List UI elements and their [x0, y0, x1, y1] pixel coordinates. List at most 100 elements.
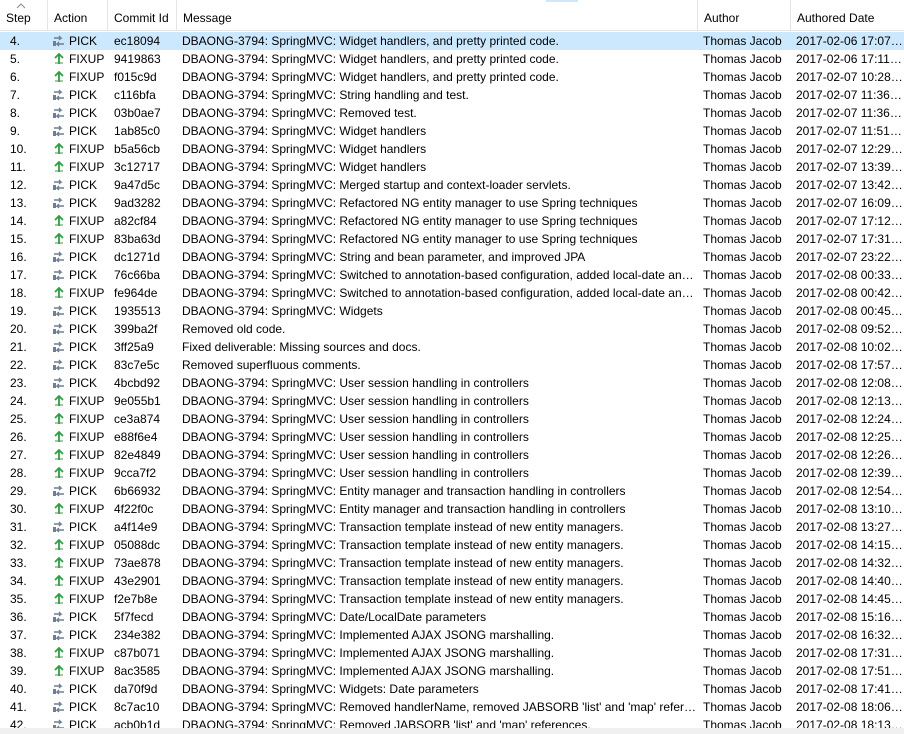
- table-row[interactable]: 15. FIXUP 83ba63d DBAONG-3794: SpringMVC…: [0, 230, 904, 248]
- action-cell[interactable]: FIXUP: [52, 590, 108, 608]
- authored-date-cell: 2017-02-08 12:13:18: [796, 394, 904, 408]
- action-cell[interactable]: PICK: [52, 320, 108, 338]
- table-row[interactable]: 26. FIXUP e88f6e4 DBAONG-3794: SpringMVC…: [0, 428, 904, 446]
- step-cell: 17.: [10, 268, 27, 282]
- action-cell[interactable]: FIXUP: [52, 50, 108, 68]
- column-header-author[interactable]: Author: [698, 0, 791, 31]
- table-row[interactable]: 40. PICK da70f9d DBAONG-3794: SpringMVC:…: [0, 680, 904, 698]
- fixup-icon: [54, 467, 64, 478]
- action-cell[interactable]: PICK: [52, 356, 108, 374]
- table-row[interactable]: 22. PICK 83c7e5c Removed superfluous com…: [0, 356, 904, 374]
- column-header-message[interactable]: Message: [177, 0, 698, 31]
- action-cell[interactable]: FIXUP: [52, 392, 108, 410]
- table-row[interactable]: 10. FIXUP b5a56cb DBAONG-3794: SpringMVC…: [0, 140, 904, 158]
- action-cell[interactable]: FIXUP: [52, 410, 108, 428]
- action-cell[interactable]: FIXUP: [52, 572, 108, 590]
- table-row[interactable]: 33. FIXUP 73ae878 DBAONG-3794: SpringMVC…: [0, 554, 904, 572]
- action-cell[interactable]: PICK: [52, 266, 108, 284]
- action-cell[interactable]: FIXUP: [52, 158, 108, 176]
- step-cell: 15.: [10, 232, 27, 246]
- action-cell[interactable]: PICK: [52, 518, 108, 536]
- table-row[interactable]: 35. FIXUP f2e7b8e DBAONG-3794: SpringMVC…: [0, 590, 904, 608]
- table-row[interactable]: 16. PICK dc1271d DBAONG-3794: SpringMVC:…: [0, 248, 904, 266]
- column-header-authored-date[interactable]: Authored Date: [791, 0, 904, 31]
- action-cell[interactable]: PICK: [52, 32, 108, 50]
- action-cell[interactable]: FIXUP: [52, 212, 108, 230]
- table-row[interactable]: 41. PICK 8c7ac10 DBAONG-3794: SpringMVC:…: [0, 698, 904, 716]
- table-row[interactable]: 7. PICK c116bfa DBAONG-3794: SpringMVC: …: [0, 86, 904, 104]
- action-cell[interactable]: PICK: [52, 194, 108, 212]
- action-cell[interactable]: PICK: [52, 698, 108, 716]
- message-cell: DBAONG-3794: SpringMVC: Entity manager a…: [182, 484, 626, 498]
- table-row[interactable]: 32. FIXUP 05088dc DBAONG-3794: SpringMVC…: [0, 536, 904, 554]
- table-row[interactable]: 37. PICK 234e382 DBAONG-3794: SpringMVC:…: [0, 626, 904, 644]
- action-cell[interactable]: PICK: [52, 482, 108, 500]
- action-cell[interactable]: PICK: [52, 122, 108, 140]
- table-row[interactable]: 31. PICK a4f14e9 DBAONG-3794: SpringMVC:…: [0, 518, 904, 536]
- table-row[interactable]: 18. FIXUP fe964de DBAONG-3794: SpringMVC…: [0, 284, 904, 302]
- table-row[interactable]: 4. PICK ec18094 DBAONG-3794: SpringMVC: …: [0, 32, 904, 50]
- table-row[interactable]: 17. PICK 76c66ba DBAONG-3794: SpringMVC:…: [0, 266, 904, 284]
- table-row[interactable]: 14. FIXUP a82cf84 DBAONG-3794: SpringMVC…: [0, 212, 904, 230]
- action-cell[interactable]: PICK: [52, 680, 108, 698]
- table-row[interactable]: 21. PICK 3ff25a9 Fixed deliverable: Miss…: [0, 338, 904, 356]
- action-cell[interactable]: FIXUP: [52, 284, 108, 302]
- column-header-step[interactable]: Step: [0, 0, 48, 31]
- table-row[interactable]: 28. FIXUP 9cca7f2 DBAONG-3794: SpringMVC…: [0, 464, 904, 482]
- table-row[interactable]: 19. PICK 1935513 DBAONG-3794: SpringMVC:…: [0, 302, 904, 320]
- commit-id-cell: 82e4849: [114, 448, 161, 462]
- message-cell: DBAONG-3794: SpringMVC: Widget handlers: [182, 124, 427, 138]
- table-row[interactable]: 23. PICK 4bcbd92 DBAONG-3794: SpringMVC:…: [0, 374, 904, 392]
- commit-id-cell: ec18094: [114, 34, 161, 48]
- table-row[interactable]: 39. FIXUP 8ac3585 DBAONG-3794: SpringMVC…: [0, 662, 904, 680]
- action-cell[interactable]: PICK: [52, 86, 108, 104]
- horizontal-scrollbar[interactable]: [0, 728, 904, 734]
- action-cell[interactable]: FIXUP: [52, 446, 108, 464]
- action-cell[interactable]: PICK: [52, 626, 108, 644]
- table-row[interactable]: 29. PICK 6b66932 DBAONG-3794: SpringMVC:…: [0, 482, 904, 500]
- column-header-action[interactable]: Action: [48, 0, 108, 31]
- action-cell[interactable]: FIXUP: [52, 644, 108, 662]
- table-row[interactable]: 34. FIXUP 43e2901 DBAONG-3794: SpringMVC…: [0, 572, 904, 590]
- table-row[interactable]: 9. PICK 1ab85c0 DBAONG-3794: SpringMVC: …: [0, 122, 904, 140]
- table-row[interactable]: 11. FIXUP 3c12717 DBAONG-3794: SpringMVC…: [0, 158, 904, 176]
- action-cell[interactable]: PICK: [52, 176, 108, 194]
- action-label: FIXUP: [69, 538, 105, 552]
- table-row[interactable]: 25. FIXUP ce3a874 DBAONG-3794: SpringMVC…: [0, 410, 904, 428]
- action-cell[interactable]: FIXUP: [52, 68, 108, 86]
- authored-date-cell: 2017-02-08 12:54:09: [796, 484, 904, 498]
- authored-date-cell: 2017-02-08 17:57:13: [796, 358, 904, 372]
- action-cell[interactable]: PICK: [52, 374, 108, 392]
- table-row[interactable]: 5. FIXUP 9419863 DBAONG-3794: SpringMVC:…: [0, 50, 904, 68]
- action-cell[interactable]: PICK: [52, 608, 108, 626]
- action-cell[interactable]: FIXUP: [52, 554, 108, 572]
- author-cell: Thomas Jacob: [703, 556, 782, 570]
- action-cell[interactable]: PICK: [52, 248, 108, 266]
- column-header-commit-id[interactable]: Commit Id: [108, 0, 177, 31]
- table-row[interactable]: 20. PICK 399ba2f Removed old code. Thoma…: [0, 320, 904, 338]
- table-row[interactable]: 30. FIXUP 4f22f0c DBAONG-3794: SpringMVC…: [0, 500, 904, 518]
- action-cell[interactable]: FIXUP: [52, 536, 108, 554]
- action-cell[interactable]: FIXUP: [52, 428, 108, 446]
- table-row[interactable]: 8. PICK 03b0ae7 DBAONG-3794: SpringMVC: …: [0, 104, 904, 122]
- table-row[interactable]: 24. FIXUP 9e055b1 DBAONG-3794: SpringMVC…: [0, 392, 904, 410]
- table-row[interactable]: 6. FIXUP f015c9d DBAONG-3794: SpringMVC:…: [0, 68, 904, 86]
- action-cell[interactable]: FIXUP: [52, 662, 108, 680]
- action-cell[interactable]: FIXUP: [52, 500, 108, 518]
- commit-id-cell: 3ff25a9: [114, 340, 154, 354]
- table-row[interactable]: 36. PICK 5f7fecd DBAONG-3794: SpringMVC:…: [0, 608, 904, 626]
- table-row[interactable]: 38. FIXUP c87b071 DBAONG-3794: SpringMVC…: [0, 644, 904, 662]
- step-cell: 20.: [10, 322, 27, 336]
- commit-id-cell: 1935513: [114, 304, 161, 318]
- action-cell[interactable]: PICK: [52, 104, 108, 122]
- table-row[interactable]: 13. PICK 9ad3282 DBAONG-3794: SpringMVC:…: [0, 194, 904, 212]
- table-row[interactable]: 27. FIXUP 82e4849 DBAONG-3794: SpringMVC…: [0, 446, 904, 464]
- table-row[interactable]: 12. PICK 9a47d5c DBAONG-3794: SpringMVC:…: [0, 176, 904, 194]
- action-cell[interactable]: PICK: [52, 338, 108, 356]
- action-cell[interactable]: PICK: [52, 302, 108, 320]
- action-cell[interactable]: FIXUP: [52, 230, 108, 248]
- action-cell[interactable]: FIXUP: [52, 464, 108, 482]
- message-cell: DBAONG-3794: SpringMVC: Merged startup a…: [182, 178, 571, 192]
- action-cell[interactable]: FIXUP: [52, 140, 108, 158]
- step-cell: 22.: [10, 358, 27, 372]
